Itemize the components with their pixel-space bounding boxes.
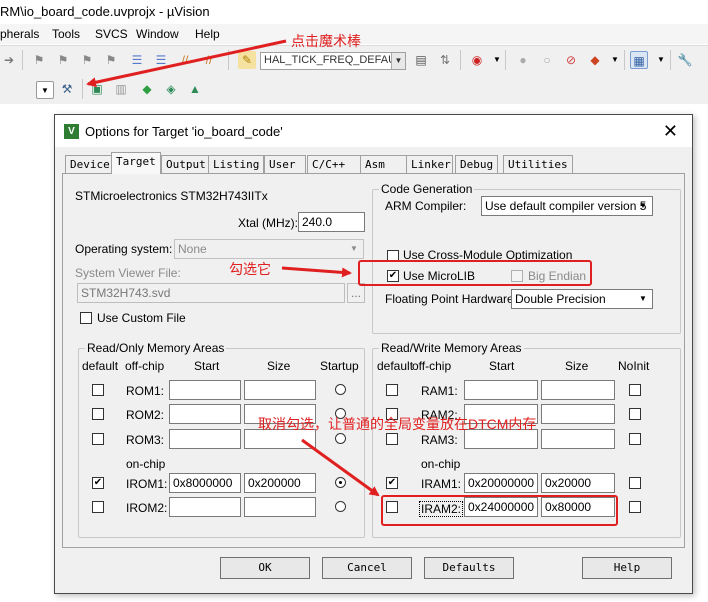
arrow-to-microlib — [281, 266, 352, 278]
arrow-to-magic-wand — [86, 39, 287, 88]
tab-target[interactable]: Target — [111, 152, 161, 174]
arrow-to-iram2 — [301, 438, 380, 497]
annotation-arrows — [86, 39, 380, 497]
